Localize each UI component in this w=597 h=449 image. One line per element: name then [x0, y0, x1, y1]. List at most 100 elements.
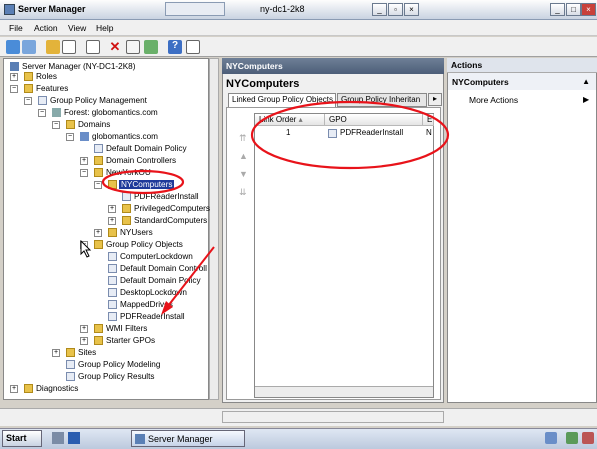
tree-item-domains[interactable]: Domains	[66, 119, 110, 130]
collapse-icon[interactable]: −	[52, 121, 60, 129]
taskbar-server-manager[interactable]: Server Manager	[131, 430, 245, 447]
collapse-icon[interactable]: −	[80, 169, 88, 177]
back-icon[interactable]	[6, 40, 20, 54]
start-button[interactable]: Start	[2, 430, 42, 447]
tree-item-standardcomputers[interactable]: StandardComputers	[122, 215, 207, 226]
actions-header: Actions	[447, 58, 597, 73]
rdp-toolbar[interactable]	[165, 2, 225, 16]
tree-item-gp-modeling[interactable]: Group Policy Modeling	[66, 359, 160, 370]
tree-item-starter-gpos[interactable]: Starter GPOs	[94, 335, 155, 346]
tab-linked-gpos[interactable]: Linked Group Policy Objects	[228, 93, 336, 107]
tree-scrollbar[interactable]	[209, 58, 219, 400]
minimize-button[interactable]: _	[550, 3, 565, 16]
help-icon[interactable]: ?	[168, 40, 182, 54]
tree-item-domain-controllers[interactable]: Domain Controllers	[94, 155, 176, 166]
expand-icon[interactable]: +	[108, 217, 116, 225]
tree-item-default-domain-policy[interactable]: Default Domain Policy	[108, 275, 201, 286]
collapse-icon[interactable]: −	[24, 97, 32, 105]
tree-item-privilegedcomputers[interactable]: PrivilegedComputers	[122, 203, 210, 214]
collapse-section-icon[interactable]: ▲	[582, 77, 590, 86]
gpo-icon	[328, 129, 337, 138]
tree-item-mappeddrives[interactable]: MappedDrives	[108, 299, 173, 310]
linked-gpo-grid[interactable]	[254, 113, 434, 398]
more-actions-link[interactable]: More Actions	[469, 95, 518, 105]
close-button[interactable]: ×	[581, 3, 596, 16]
expand-icon[interactable]: +	[80, 325, 88, 333]
tree-item-diagnostics[interactable]: Diagnostics	[24, 383, 78, 394]
properties-icon[interactable]	[126, 40, 140, 54]
collapse-icon[interactable]: −	[10, 85, 18, 93]
move-up-icon[interactable]: ▲	[239, 151, 248, 161]
collapse-icon[interactable]: −	[38, 109, 46, 117]
tree-item-newyorkou[interactable]: NewYorkOU	[94, 167, 151, 178]
copy-icon[interactable]	[86, 40, 100, 54]
column-link-order[interactable]: Link Order ▴	[255, 114, 325, 126]
tree-item-default-domain-policy-link[interactable]: Default Domain Policy	[94, 143, 187, 154]
tree-item-pdfreaderinstall[interactable]: PDFReaderInstall	[108, 311, 185, 322]
column-enforced[interactable]: E	[423, 114, 434, 126]
expand-icon[interactable]: +	[10, 385, 18, 393]
cell-enforced: N	[426, 128, 432, 137]
rdp-restore-button[interactable]: ▫	[388, 3, 403, 16]
tree-item-desktoplockdown[interactable]: DesktopLockdown	[108, 287, 187, 298]
tree-item-nycomputers[interactable]: NYComputers	[108, 179, 175, 190]
window-title: Server Manager	[18, 4, 86, 14]
refresh-icon[interactable]	[144, 40, 158, 54]
menu-action[interactable]: Action	[34, 23, 58, 33]
tree-item-gpm[interactable]: Group Policy Management	[38, 95, 147, 106]
maximize-button[interactable]: □	[566, 3, 581, 16]
cell-gpo-name: PDFReaderInstall	[340, 128, 404, 137]
network-tray-icon[interactable]	[545, 432, 557, 444]
tree-item-pdfreaderinstall-link[interactable]: PDFReaderInstall	[122, 191, 199, 202]
actions-section[interactable]: NYComputers ▲	[448, 73, 596, 90]
sort-ascending-icon: ▴	[298, 115, 303, 124]
tree-item-nyusers[interactable]: NYUsers	[108, 227, 153, 238]
server-manager-icon	[135, 434, 145, 444]
expand-icon[interactable]: +	[80, 337, 88, 345]
grid-horizontal-scrollbar[interactable]	[255, 386, 433, 397]
expand-icon[interactable]: +	[80, 157, 88, 165]
rdp-close-button[interactable]: ×	[404, 3, 419, 16]
collapse-icon[interactable]: −	[66, 133, 74, 141]
move-bottom-icon[interactable]: ⇊	[239, 187, 247, 198]
tab-gp-inheritance[interactable]: Group Policy Inheritan	[337, 93, 427, 107]
tree-root-label: Server Manager (NY-DC1-2K8)	[22, 62, 136, 71]
tree-item-gpo-container[interactable]: Group Policy Objects	[94, 239, 183, 250]
rdp-minimize-button[interactable]: _	[372, 3, 387, 16]
menu-view[interactable]: View	[68, 23, 86, 33]
tree-item-roles[interactable]: Roles	[24, 71, 57, 82]
cell-link-order: 1	[286, 128, 291, 137]
tree-item-features[interactable]: Features	[24, 83, 68, 94]
powershell-quicklaunch-icon[interactable]	[68, 432, 80, 444]
details-title: NYComputers	[226, 78, 300, 90]
tree-item-computerlockdown[interactable]: ComputerLockdown	[108, 251, 193, 262]
delete-icon[interactable]: ✕	[108, 40, 122, 54]
details-header: NYComputers	[222, 58, 444, 74]
tray-icon[interactable]	[582, 432, 594, 444]
expand-icon[interactable]: +	[52, 349, 60, 357]
expand-icon[interactable]: +	[10, 73, 18, 81]
tab-scroll-right-icon[interactable]: ▸	[428, 93, 442, 106]
show-hide-tree-icon[interactable]	[62, 40, 76, 54]
rdp-connection-title: ny-dc1-2k8	[260, 4, 305, 14]
tree-item-wmi-filters[interactable]: WMI Filters	[94, 323, 147, 334]
menu-file[interactable]: File	[9, 23, 23, 33]
tree-item-sites[interactable]: Sites	[66, 347, 96, 358]
tree-item-forest[interactable]: Forest: globomantics.com	[52, 107, 158, 118]
expand-icon[interactable]: +	[108, 205, 116, 213]
forward-icon[interactable]	[22, 40, 36, 54]
move-top-icon[interactable]: ⇈	[239, 133, 247, 144]
tree-item-default-domain-controllers[interactable]: Default Domain Controll	[108, 263, 207, 274]
tree-item-gp-results[interactable]: Group Policy Results	[66, 371, 154, 382]
tree-item-domain[interactable]: globomantics.com	[80, 131, 158, 142]
collapse-icon[interactable]: −	[94, 181, 102, 189]
show-hide-action-pane-icon[interactable]	[186, 40, 200, 54]
status-bar-panel	[222, 411, 444, 423]
up-folder-icon[interactable]	[46, 40, 60, 54]
server-manager-quicklaunch-icon[interactable]	[52, 432, 64, 444]
expand-icon[interactable]: +	[94, 229, 102, 237]
column-gpo[interactable]: GPO	[325, 114, 423, 126]
move-down-icon[interactable]: ▼	[239, 169, 248, 179]
tray-icon[interactable]	[566, 432, 578, 444]
menu-help[interactable]: Help	[96, 23, 113, 33]
